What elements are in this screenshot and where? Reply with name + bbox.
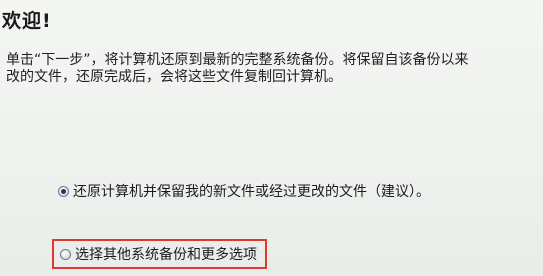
option-keep-files-label: 还原计算机并保留我的新文件或经过更改的文件（建议）。 xyxy=(73,184,430,200)
restore-wizard-page: 欢迎! 单击“下一步”，将计算机还原到最新的完整系统备份。将保留自该备份以来 改… xyxy=(0,0,543,276)
option-other-backup[interactable]: 选择其他系统备份和更多选项 xyxy=(52,239,267,269)
option-other-backup-label: 选择其他系统备份和更多选项 xyxy=(75,247,257,263)
description-line-1: 单击“下一步”，将计算机还原到最新的完整系统备份。将保留自该备份以来 xyxy=(6,52,469,68)
radio-button-unselected[interactable] xyxy=(60,248,71,260)
page-title: 欢迎! xyxy=(2,10,52,32)
option-keep-files[interactable]: 还原计算机并保留我的新文件或经过更改的文件（建议）。 xyxy=(58,181,430,201)
description-text: 单击“下一步”，将计算机还原到最新的完整系统备份。将保留自该备份以来 改的文件，… xyxy=(6,52,543,86)
radio-button-selected[interactable] xyxy=(58,185,69,197)
description-line-2: 改的文件，还原完成后，会将这些文件复制回计算机。 xyxy=(6,69,342,85)
